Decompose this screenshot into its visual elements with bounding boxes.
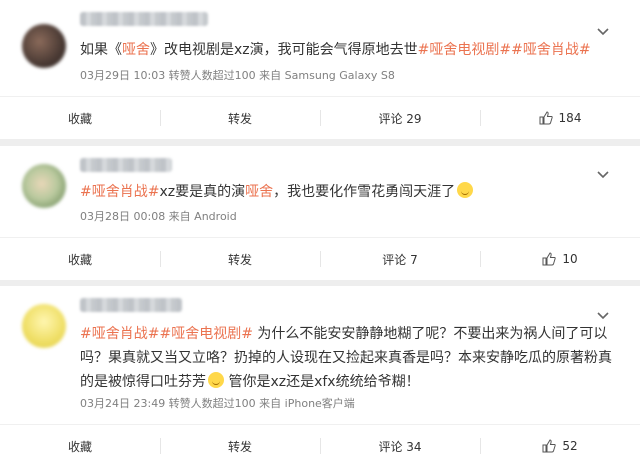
topic-link[interactable]: 哑舍 — [122, 42, 150, 58]
text-segment: ，我也要化作雪花勇闯天涯了 — [273, 184, 456, 200]
thumbs-up-icon — [542, 439, 557, 453]
comment-button[interactable]: 评论 7 — [320, 238, 480, 280]
favorite-button[interactable]: 收藏 — [0, 97, 160, 139]
like-button[interactable]: 52 — [480, 425, 640, 467]
post-text: #哑舍肖战##哑舍电视剧# 为什么不能安安静静地糊了呢？不要出来为祸人间了可以吗… — [80, 322, 612, 394]
post-text: 如果《哑舍》改电视剧是xz演，我可能会气得原地去世#哑舍电视剧##哑舍肖战# — [80, 38, 612, 62]
repost-button[interactable]: 转发 — [160, 425, 320, 467]
chevron-down-icon[interactable] — [596, 308, 610, 322]
emoji-icon — [457, 182, 474, 198]
favorite-label: 收藏 — [67, 111, 92, 126]
action-bar: 收藏 转发 评论 29 184 — [0, 96, 640, 139]
weibo-feed: 如果《哑舍》改电视剧是xz演，我可能会气得原地去世#哑舍电视剧##哑舍肖战# 0… — [0, 0, 640, 467]
thumbs-up-icon — [542, 252, 557, 266]
like-count: 184 — [558, 111, 582, 125]
thumbs-up-icon — [539, 111, 553, 125]
text-segment: 管你是xz还是xfx统统给爷糊！ — [224, 374, 420, 390]
avatar[interactable] — [22, 24, 66, 68]
comment-label: 评论 29 — [378, 111, 422, 126]
post-meta: 03月29日 10:03 转赞人数超过100 来自 Samsung Galaxy… — [80, 69, 395, 82]
text-segment: xz要是真的演 — [159, 184, 246, 200]
post-card: 如果《哑舍》改电视剧是xz演，我可能会气得原地去世#哑舍电视剧##哑舍肖战# 0… — [0, 0, 640, 139]
comment-label: 评论 7 — [382, 252, 418, 267]
topic-link[interactable]: #哑舍肖战# — [80, 184, 159, 200]
chevron-down-icon[interactable] — [596, 24, 610, 38]
text-segment: 如果《 — [80, 42, 122, 58]
favorite-label: 收藏 — [67, 252, 92, 267]
emoji-icon — [208, 372, 224, 388]
topic-link[interactable]: #哑舍肖战##哑舍电视剧# — [80, 326, 253, 342]
repost-label: 转发 — [227, 252, 252, 267]
action-bar: 收藏 转发 评论 7 10 — [0, 237, 640, 280]
repost-label: 转发 — [227, 439, 252, 454]
favorite-button[interactable]: 收藏 — [0, 238, 160, 280]
favorite-label: 收藏 — [67, 439, 92, 454]
post-card: #哑舍肖战##哑舍电视剧# 为什么不能安安静静地糊了呢？不要出来为祸人间了可以吗… — [0, 286, 640, 467]
comment-label: 评论 34 — [378, 439, 422, 454]
comment-button[interactable]: 评论 34 — [320, 425, 480, 467]
comment-button[interactable]: 评论 29 — [320, 97, 480, 139]
post-meta: 03月24日 23:49 转赞人数超过100 来自 iPhone客户端 — [80, 397, 355, 410]
text-segment: 哑舍 — [245, 184, 274, 200]
repost-label: 转发 — [227, 111, 252, 126]
avatar[interactable] — [22, 304, 66, 348]
chevron-down-icon[interactable] — [596, 167, 610, 181]
username-blurred[interactable] — [80, 158, 172, 172]
like-count: 52 — [562, 439, 578, 453]
like-button[interactable]: 184 — [480, 97, 640, 139]
action-bar: 收藏 转发 评论 34 52 — [0, 424, 640, 467]
topic-link[interactable]: #哑舍电视剧##哑舍肖战# — [418, 42, 591, 58]
post-meta: 03月28日 00:08 来自 Android — [80, 210, 237, 223]
post-text: #哑舍肖战#xz要是真的演哑舍，我也要化作雪花勇闯天涯了 — [80, 180, 612, 204]
like-count: 10 — [562, 252, 578, 266]
text-segment: 》改电视剧是xz演，我可能会气得原地去世 — [150, 42, 418, 58]
username-blurred[interactable] — [80, 298, 182, 312]
like-button[interactable]: 10 — [480, 238, 640, 280]
avatar[interactable] — [22, 164, 66, 208]
repost-button[interactable]: 转发 — [160, 97, 320, 139]
username-blurred[interactable] — [80, 12, 208, 26]
post-card: #哑舍肖战#xz要是真的演哑舍，我也要化作雪花勇闯天涯了 03月28日 00:0… — [0, 146, 640, 280]
repost-button[interactable]: 转发 — [160, 238, 320, 280]
favorite-button[interactable]: 收藏 — [0, 425, 160, 467]
